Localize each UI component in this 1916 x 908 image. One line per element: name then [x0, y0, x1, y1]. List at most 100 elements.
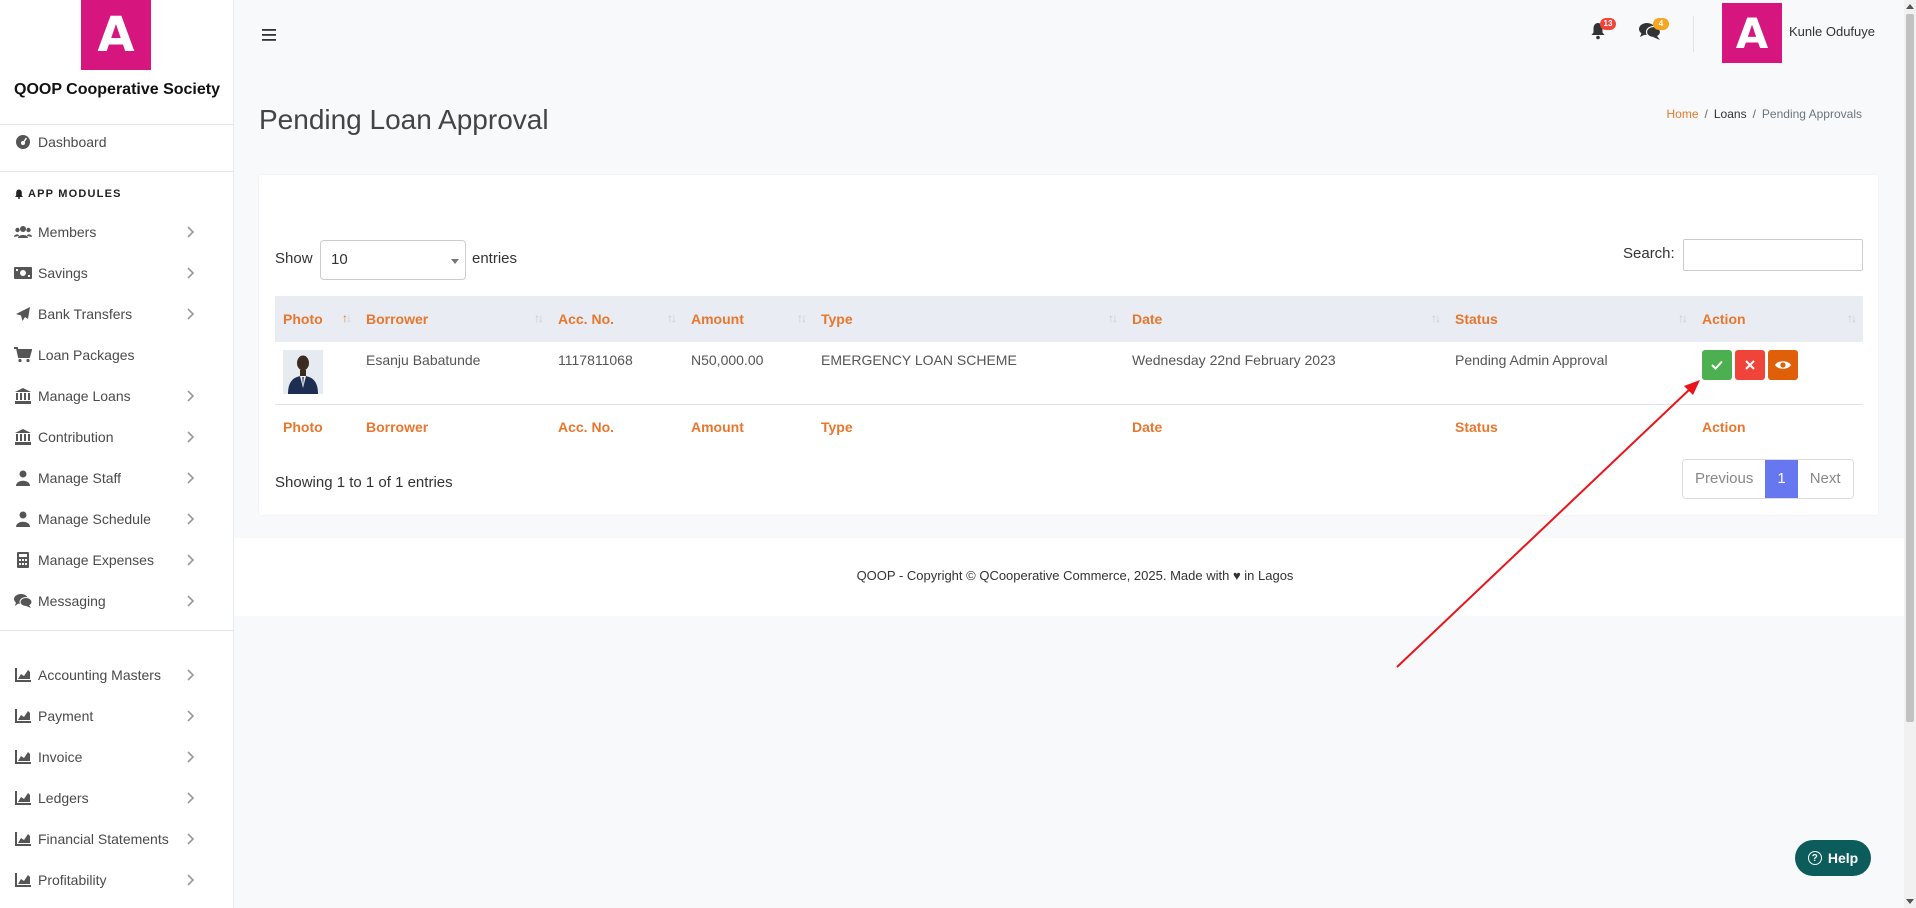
- chart-icon: [14, 872, 32, 888]
- column-header-acc-no[interactable]: Acc. No. ↑↓: [550, 296, 683, 342]
- paper-plane-icon: [14, 306, 32, 322]
- column-header-action[interactable]: Action ↑↓: [1694, 296, 1863, 342]
- page-size-select[interactable]: 10: [320, 240, 466, 280]
- scrollbar-thumb[interactable]: [1906, 14, 1914, 722]
- chevron-right-icon: [187, 595, 195, 607]
- show-label: Show: [275, 250, 313, 267]
- sidebar-item-manage-staff[interactable]: Manage Staff: [0, 463, 234, 493]
- chevron-right-icon: [187, 751, 195, 763]
- column-header-status[interactable]: Status ↑↓: [1447, 296, 1694, 342]
- sidebar-item-payment[interactable]: Payment: [0, 701, 234, 731]
- search-label: Search:: [1623, 245, 1675, 262]
- column-header-date[interactable]: Date ↑↓: [1124, 296, 1447, 342]
- chevron-right-icon: [187, 874, 195, 886]
- column-header-borrower[interactable]: Borrower ↑↓: [358, 296, 550, 342]
- search-input[interactable]: [1683, 239, 1863, 271]
- next-page-button[interactable]: Next: [1798, 460, 1853, 498]
- cell-date: Wednesday 22nd February 2023: [1132, 352, 1336, 368]
- brand-logo[interactable]: A: [81, 0, 151, 70]
- sort-icon: ↑↓: [797, 311, 807, 325]
- sort-icon: ↑↓: [342, 311, 352, 325]
- page-button-1[interactable]: 1: [1765, 460, 1798, 498]
- pagination-info: Showing 1 to 1 of 1 entries: [275, 474, 453, 491]
- sidebar-item-contribution[interactable]: Contribution: [0, 422, 234, 452]
- bell-icon: [15, 189, 23, 199]
- sidebar-item-manage-schedule[interactable]: Manage Schedule: [0, 504, 234, 534]
- sidebar-item-bank-transfers[interactable]: Bank Transfers: [0, 299, 234, 329]
- sidebar-item-manage-loans[interactable]: Manage Loans: [0, 381, 234, 411]
- scroll-down-arrow-icon[interactable]: [1906, 899, 1914, 904]
- sort-icon: ↑↓: [1108, 311, 1118, 325]
- table-footer-row: Photo Borrower Acc. No. Amount Type Date…: [275, 404, 1863, 449]
- breadcrumb-home-link[interactable]: Home: [1667, 107, 1699, 121]
- column-header-photo[interactable]: Photo ↑↓: [275, 296, 358, 342]
- dashboard-icon: [14, 134, 32, 150]
- approve-button[interactable]: [1702, 350, 1732, 380]
- bank-icon: [14, 429, 32, 445]
- user-avatar[interactable]: A: [1722, 3, 1782, 63]
- page-scrollbar[interactable]: [1904, 0, 1916, 908]
- hamburger-menu-icon[interactable]: [262, 24, 276, 47]
- cell-account-no: 1117811068: [558, 352, 633, 368]
- sidebar-item-messaging[interactable]: Messaging: [0, 586, 234, 616]
- notifications-button[interactable]: 13: [1590, 18, 1616, 45]
- sidebar-item-ledgers[interactable]: Ledgers: [0, 783, 234, 813]
- sidebar-item-label: Financial Statements: [38, 831, 169, 847]
- reject-button[interactable]: [1735, 350, 1765, 380]
- sidebar-item-members[interactable]: Members: [0, 217, 234, 247]
- sidebar-item-label: Invoice: [38, 749, 83, 765]
- chevron-right-icon: [187, 833, 195, 845]
- sidebar-item-invoice[interactable]: Invoice: [0, 742, 234, 772]
- chart-icon: [14, 667, 32, 683]
- footer-header-acc-no: Acc. No.: [550, 404, 683, 449]
- sidebar-item-profitability[interactable]: Profitability: [0, 865, 234, 895]
- loans-card: Show 10 entries Search: Photo ↑↓ Borrower…: [259, 175, 1878, 515]
- column-header-amount[interactable]: Amount ↑↓: [683, 296, 813, 342]
- sidebar-item-label: Bank Transfers: [38, 306, 133, 322]
- column-header-type[interactable]: Type ↑↓: [813, 296, 1124, 342]
- chevron-right-icon: [187, 792, 195, 804]
- messages-badge: 4: [1653, 18, 1669, 30]
- notifications-badge: 13: [1600, 18, 1616, 30]
- sidebar-item-dashboard[interactable]: Dashboard: [0, 127, 234, 157]
- sidebar-item-label: Messaging: [38, 593, 106, 609]
- eye-icon: [1775, 361, 1791, 369]
- sidebar-item-financial-statements[interactable]: Financial Statements: [0, 824, 234, 854]
- sidebar-item-loan-packages[interactable]: Loan Packages: [0, 340, 234, 370]
- sidebar-item-label: Manage Staff: [38, 470, 122, 486]
- topbar-divider: [1693, 16, 1694, 52]
- chart-icon: [14, 708, 32, 724]
- sidebar-item-manage-expenses[interactable]: Manage Expenses: [0, 545, 234, 575]
- page-title: Pending Loan Approval: [259, 104, 549, 135]
- chat-icon: [14, 593, 32, 609]
- breadcrumb-current: Pending Approvals: [1761, 107, 1862, 121]
- breadcrumb: Home / Loans / Pending Approvals: [1666, 107, 1862, 121]
- help-button[interactable]: ? Help: [1795, 840, 1871, 876]
- chevron-right-icon: [187, 710, 195, 722]
- user-icon: [14, 511, 32, 527]
- sidebar-item-accounting-masters[interactable]: Accounting Masters: [0, 660, 234, 690]
- sidebar-item-label: Profitability: [38, 872, 107, 888]
- messages-button[interactable]: 4: [1639, 18, 1669, 45]
- chevron-right-icon: [187, 472, 195, 484]
- scroll-up-arrow-icon[interactable]: [1906, 4, 1914, 9]
- view-button[interactable]: [1768, 350, 1798, 380]
- sidebar-item-label: Loan Packages: [38, 347, 135, 363]
- sidebar-divider: [0, 630, 234, 631]
- previous-page-button[interactable]: Previous: [1683, 460, 1765, 498]
- table-header-row: Photo ↑↓ Borrower ↑↓ Acc. No. ↑↓ Amount ↑↓ T…: [275, 296, 1863, 342]
- cart-icon: [14, 347, 32, 363]
- footer-header-borrower: Borrower: [358, 404, 550, 449]
- sidebar-item-savings[interactable]: Savings: [0, 258, 234, 288]
- sidebar-item-label: Savings: [38, 265, 88, 281]
- sort-icon: ↑↓: [1847, 311, 1857, 325]
- borrower-photo: [283, 350, 323, 394]
- sidebar-section-title: APP MODULES: [14, 188, 122, 200]
- chevron-right-icon: [187, 308, 195, 320]
- breadcrumb-loans-link[interactable]: Loans: [1714, 107, 1747, 121]
- chart-icon: [14, 790, 32, 806]
- footer-header-type: Type: [813, 404, 1124, 449]
- user-name[interactable]: Kunle Odufuye: [1789, 24, 1875, 39]
- footer-header-action: Action: [1694, 404, 1863, 449]
- brand-name[interactable]: QOOP Cooperative Society: [0, 81, 234, 99]
